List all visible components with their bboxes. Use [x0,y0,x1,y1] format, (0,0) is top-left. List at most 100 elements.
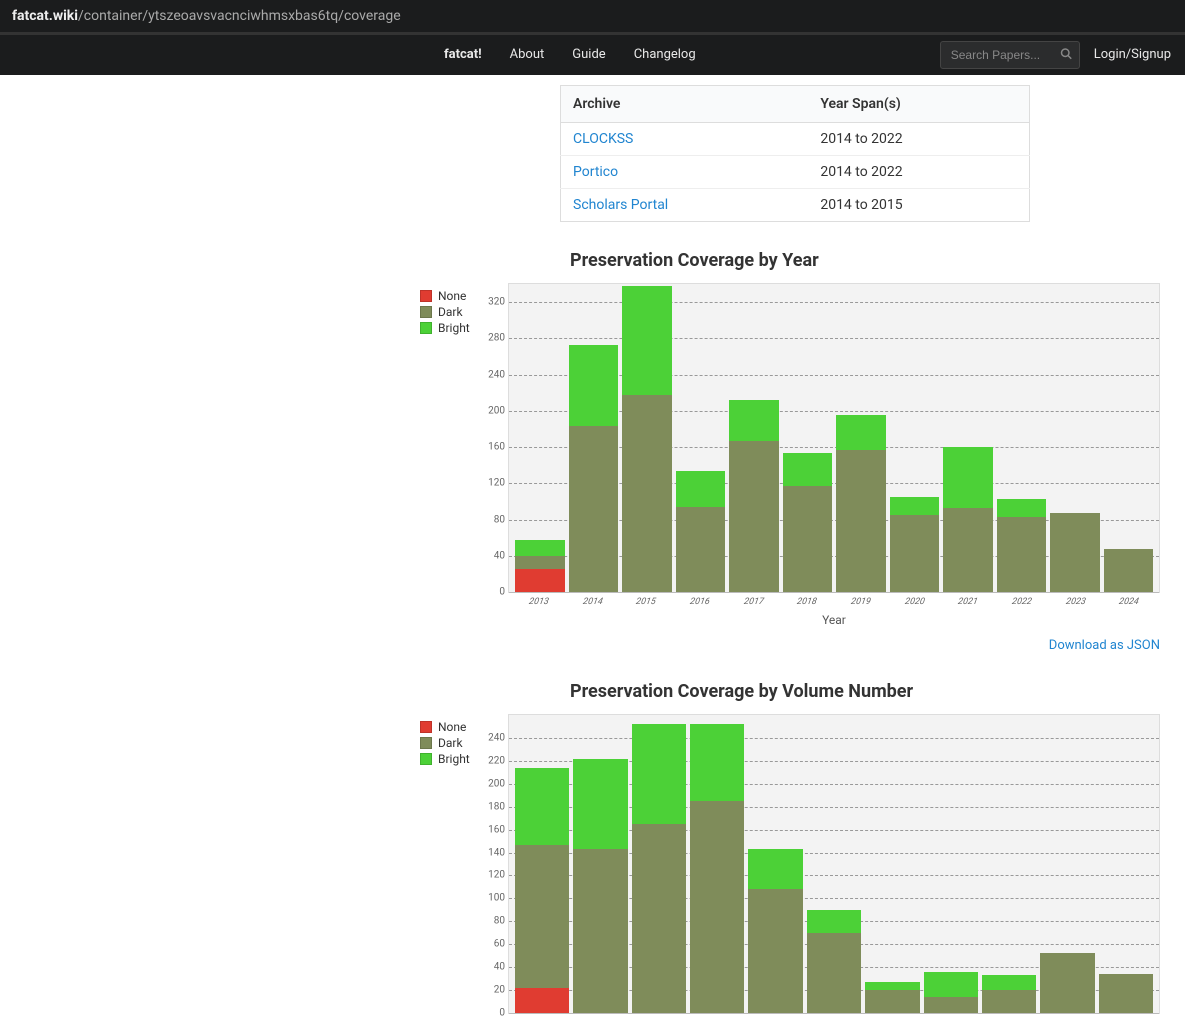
y-tick-label: 80 [481,514,505,525]
bar-segment-dark [748,889,802,1013]
bar-segment-bright [690,724,744,801]
url-path: /container/ytszeoavsvacnciwhmsxbas6tq/co… [78,8,401,24]
download-json-link[interactable]: Download as JSON [1049,638,1160,653]
bar-segment-dark [924,997,978,1013]
nav-guide[interactable]: Guide [558,35,619,75]
y-tick-label: 120 [481,478,505,489]
bar-segment-dark [807,933,861,1013]
legend-label: Dark [438,305,463,319]
bar [748,715,802,1013]
legend-swatch [420,306,432,318]
table-row: CLOCKSS2014 to 2022 [561,123,1030,156]
bar-segment-dark [982,990,1036,1013]
x-tick-label: 2017 [728,597,779,607]
bar [632,715,686,1013]
bar [573,715,627,1013]
bar-segment-none [515,988,569,1013]
bar-segment-dark [865,990,919,1013]
y-tick-label: 0 [481,1008,505,1019]
top-nav: fatcat! About Guide Changelog Login/Sign… [0,35,1185,75]
y-tick-label: 200 [481,778,505,789]
bar [676,284,726,592]
bar-segment-bright [865,982,919,990]
x-axis-title: Year [508,613,1160,627]
bar [690,715,744,1013]
y-tick-label: 60 [481,939,505,950]
bar-segment-dark [515,845,569,988]
bar-segment-bright [807,910,861,933]
bar [569,284,619,592]
bar [836,284,886,592]
bar [890,284,940,592]
chart-volume-wrap: NoneDarkBright 0204060801001201401601802… [420,714,1160,1014]
archive-link[interactable]: Scholars Portal [573,197,668,213]
y-tick-label: 40 [481,962,505,973]
search-wrap [940,41,1080,69]
y-tick-label: 240 [481,732,505,743]
y-tick-label: 120 [481,870,505,881]
x-tick-label: 2023 [1050,597,1101,607]
x-tick-label: 2020 [889,597,940,607]
bar-segment-dark [1104,549,1154,592]
bar [1050,284,1100,592]
archive-link[interactable]: Portico [573,164,618,180]
y-tick-label: 240 [481,369,505,380]
x-tick-label: 2014 [567,597,618,607]
bar-segment-dark [515,556,565,570]
bar-segment-bright [573,759,627,850]
bar-segment-bright [836,415,886,449]
x-tick-label: 2022 [996,597,1047,607]
y-tick-label: 20 [481,985,505,996]
x-tick-label: 2013 [513,597,564,607]
legend-label: None [438,289,466,303]
bar-segment-dark [1040,953,1094,1013]
bar [943,284,993,592]
bar [729,284,779,592]
bar-segment-bright [924,972,978,997]
section-title-year: Preservation Coverage by Year [420,250,1160,271]
legend-label: Bright [438,321,470,335]
bar-segment-bright [748,849,802,889]
archive-link[interactable]: CLOCKSS [573,131,633,147]
bar-segment-bright [890,497,940,515]
x-tick-label: 2018 [781,597,832,607]
bar [515,715,569,1013]
legend-swatch [420,322,432,334]
archive-table: Archive Year Span(s) CLOCKSS2014 to 2022… [560,85,1030,222]
bar [982,715,1036,1013]
y-tick-label: 140 [481,847,505,858]
login-link[interactable]: Login/Signup [1090,35,1185,75]
bar-segment-dark [783,486,833,592]
bar [1099,715,1153,1013]
bar-segment-dark [676,507,726,592]
bar-segment-dark [1050,513,1100,592]
bar-segment-dark [569,426,619,592]
nav-changelog[interactable]: Changelog [620,35,710,75]
table-row: Portico 2014 to 2022 [561,156,1030,189]
bar-segment-bright [729,400,779,441]
x-tick-label: 2016 [674,597,725,607]
bar-segment-dark [997,517,1047,592]
search-input[interactable] [940,41,1080,69]
bar-segment-bright [622,286,672,395]
bar-segment-dark [622,395,672,592]
nav-brand[interactable]: fatcat! [430,35,496,75]
bar-segment-dark [836,450,886,592]
bar-segment-bright [997,499,1047,517]
bar [1104,284,1154,592]
y-tick-label: 40 [481,550,505,561]
bar-segment-dark [632,824,686,1013]
bar-segment-dark [729,441,779,592]
y-tick-label: 320 [481,297,505,308]
nav-about[interactable]: About [496,35,559,75]
archive-span: 2014 to 2022 [808,156,1029,189]
search-icon[interactable] [1060,48,1072,63]
bar-segment-bright [943,447,993,508]
col-archive: Archive [561,86,809,123]
bar-segment-dark [690,801,744,1013]
x-tick-label: 2019 [835,597,886,607]
bar [783,284,833,592]
bar-segment-dark [890,515,940,592]
x-tick-label: 2021 [942,597,993,607]
bar-segment-dark [1099,974,1153,1013]
